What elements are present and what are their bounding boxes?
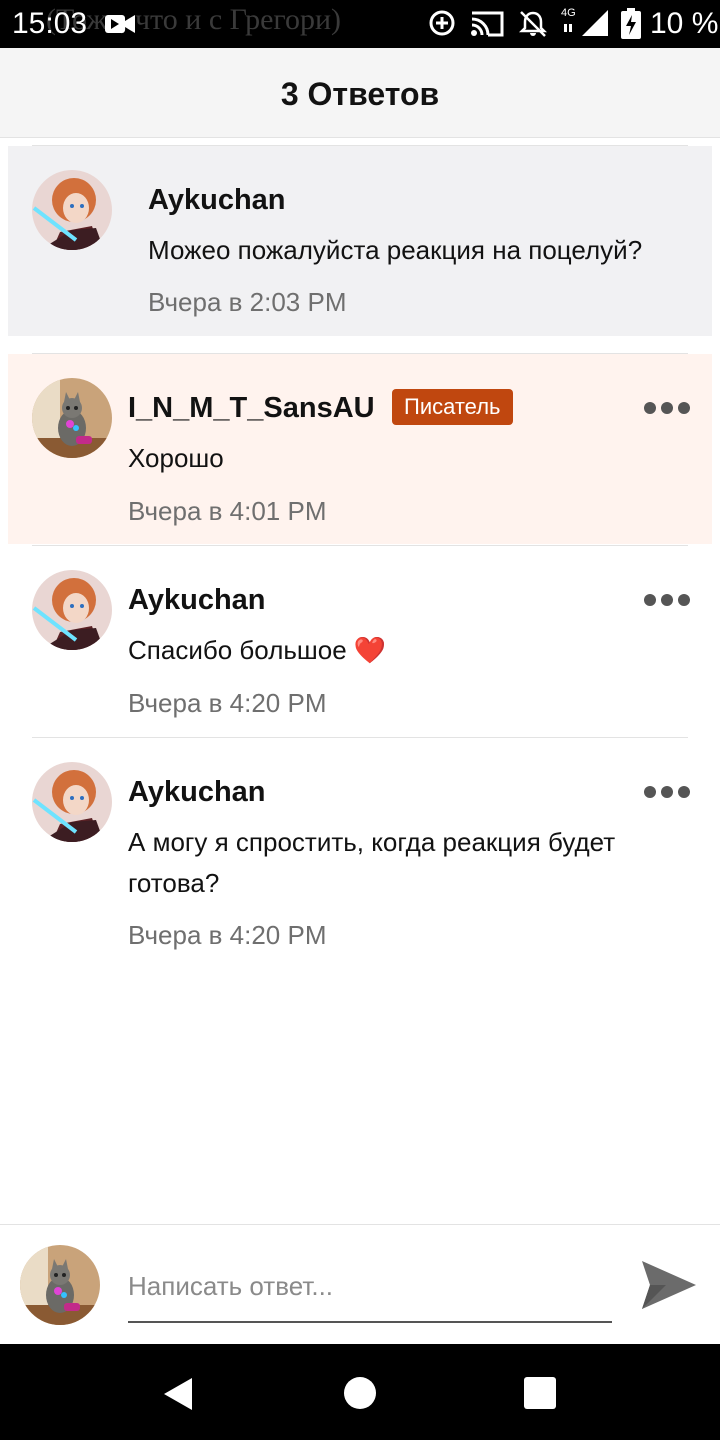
recents-icon[interactable] — [524, 1377, 556, 1409]
comment-time: Вчера в 2:03 PM — [148, 287, 347, 317]
battery-charging-icon — [621, 8, 641, 39]
cast-icon — [471, 11, 504, 37]
signal-strength-icon — [564, 10, 608, 36]
more-options-icon[interactable] — [644, 400, 690, 416]
status-time: 15:03 — [12, 7, 88, 40]
comment-username[interactable]: Aykuchan — [128, 582, 266, 618]
writer-badge: Писатель — [392, 389, 513, 425]
avatar-cat-icon[interactable] — [32, 378, 112, 458]
reply-input[interactable] — [128, 1259, 612, 1323]
more-options-icon[interactable] — [644, 784, 690, 800]
comment-text: Спасибо большое ❤️ — [128, 635, 387, 665]
replies-header: 3 Ответов — [0, 48, 720, 138]
notifications-off-icon — [518, 11, 548, 37]
status-bar: (Тоже, что и с Грегори) 15:03 4G 10 % — [0, 0, 720, 48]
comment-time: Вчера в 4:20 PM — [128, 920, 327, 950]
comment-text: А могу я спростить, когда реакция будет … — [128, 827, 616, 898]
parent-comment: Aykuchan Можео пожалуйста реакция на поц… — [8, 146, 712, 336]
page-title: 3 Ответов — [280, 76, 440, 112]
reply-bar — [0, 1224, 720, 1344]
reply-comment: I_N_M_T_SansAU Писатель Хорошо Вчера в 4… — [8, 354, 712, 544]
more-options-icon[interactable] — [644, 592, 690, 608]
back-icon[interactable] — [160, 1376, 196, 1412]
comment-time: Вчера в 4:01 PM — [128, 496, 327, 526]
avatar-anime-icon[interactable] — [32, 170, 112, 250]
background-title-text: (Тоже, что и с Грегори) — [46, 3, 342, 36]
avatar-anime-icon[interactable] — [32, 570, 112, 650]
battery-percent: 10 % — [650, 7, 719, 40]
avatar-cat-icon — [20, 1245, 100, 1325]
navigation-bar — [0, 1344, 720, 1440]
home-icon[interactable] — [344, 1377, 376, 1409]
comment-username[interactable]: Aykuchan — [128, 774, 266, 810]
video-recording-icon — [105, 15, 135, 33]
reply-comment: Aykuchan Спасибо большое ❤️ Вчера в 4:20… — [8, 546, 712, 736]
comment-username[interactable]: Aykuchan — [148, 182, 286, 218]
comment-time: Вчера в 4:20 PM — [128, 688, 327, 718]
comment-username[interactable]: I_N_M_T_SansAU — [128, 390, 375, 426]
comment-text: Хорошо — [128, 443, 224, 473]
avatar-anime-icon[interactable] — [32, 762, 112, 842]
send-icon[interactable] — [640, 1257, 698, 1313]
reply-comment: Aykuchan А могу я спростить, когда реакц… — [8, 738, 712, 968]
comment-text: Можео пожалуйста реакция на поцелуй? — [148, 235, 643, 265]
data-saver-icon — [429, 10, 455, 36]
